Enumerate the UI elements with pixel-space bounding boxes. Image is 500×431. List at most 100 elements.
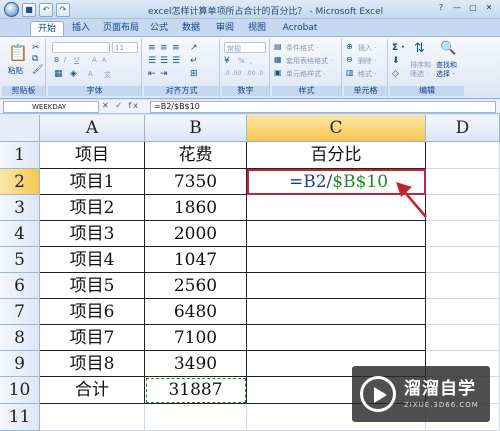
undo-button[interactable]: ↶ bbox=[39, 2, 53, 17]
cell-b7[interactable]: 6480 bbox=[145, 299, 247, 325]
align-center-icon[interactable]: ☰ bbox=[160, 56, 168, 66]
autosum-button[interactable]: Σ · bbox=[392, 43, 405, 53]
cell-b10[interactable]: 31887 bbox=[145, 377, 247, 404]
align-right-icon[interactable]: ☰ bbox=[172, 56, 180, 66]
row-header-1[interactable]: 1 bbox=[0, 142, 40, 169]
cell-b4[interactable]: 2000 bbox=[145, 221, 247, 247]
cell-c5[interactable] bbox=[247, 247, 426, 273]
bold-button[interactable]: B bbox=[54, 56, 59, 64]
column-header-b[interactable]: B bbox=[145, 115, 247, 142]
find-select-icon[interactable]: 🔍 bbox=[440, 41, 456, 56]
office-button[interactable] bbox=[4, 2, 19, 17]
underline-button[interactable]: U bbox=[74, 56, 79, 64]
select-all-corner[interactable] bbox=[0, 115, 40, 142]
cell-d4[interactable] bbox=[426, 221, 500, 247]
minimize-button[interactable]: — bbox=[450, 2, 464, 15]
row-header-2[interactable]: 2 bbox=[0, 169, 40, 195]
tab-page-layout[interactable]: 页面布局 bbox=[100, 21, 142, 36]
increase-indent-icon[interactable]: ⇥ bbox=[160, 69, 168, 79]
tab-formulas[interactable]: 公式 bbox=[146, 21, 172, 36]
cell-d8[interactable] bbox=[426, 325, 500, 351]
cell-a5[interactable]: 项目4 bbox=[40, 247, 145, 273]
cell-b1[interactable]: 花费 bbox=[145, 142, 247, 169]
cell-a3[interactable]: 项目2 bbox=[40, 195, 145, 221]
paste-button[interactable]: 粘贴 bbox=[8, 65, 23, 76]
name-box[interactable]: WEEKDAY bbox=[3, 101, 99, 113]
paste-icon[interactable]: 📋 bbox=[8, 43, 28, 62]
font-color-button[interactable]: A bbox=[88, 70, 93, 78]
number-format-select[interactable]: 常规 bbox=[224, 42, 266, 53]
cell-b9[interactable]: 3490 bbox=[145, 351, 247, 377]
merge-center-icon[interactable]: ⊞ bbox=[190, 69, 198, 79]
cell-d1[interactable] bbox=[426, 142, 500, 169]
cell-a11[interactable] bbox=[40, 404, 145, 431]
delete-button[interactable]: 删除 · bbox=[358, 56, 376, 66]
cell-c7[interactable] bbox=[247, 299, 426, 325]
font-size-select[interactable]: 11 bbox=[112, 42, 138, 53]
help-button[interactable]: ? bbox=[434, 2, 448, 15]
decrease-decimal-button[interactable]: .00 .0 bbox=[246, 70, 263, 77]
currency-icon[interactable]: ¥ bbox=[224, 56, 230, 66]
cell-a1[interactable]: 项目 bbox=[40, 142, 145, 169]
cut-icon[interactable]: ✂ bbox=[32, 43, 40, 53]
cell-a8[interactable]: 项目7 bbox=[40, 325, 145, 351]
cell-c4[interactable] bbox=[247, 221, 426, 247]
row-header-7[interactable]: 7 bbox=[0, 299, 40, 325]
cell-c1[interactable]: 百分比 bbox=[247, 142, 426, 169]
tab-data[interactable]: 数据 bbox=[178, 21, 204, 36]
formula-input[interactable]: =B2/$B$10 bbox=[150, 101, 496, 113]
sort-filter-button[interactable]: 排序和 筛选 · bbox=[410, 61, 431, 79]
find-select-button[interactable]: 查找和 选择 · bbox=[436, 61, 457, 79]
row-header-5[interactable]: 5 bbox=[0, 247, 40, 273]
tab-acrobat[interactable]: Acrobat bbox=[280, 21, 320, 36]
increase-decimal-button[interactable]: .0 .00 bbox=[224, 70, 241, 77]
wrap-text-icon[interactable]: ↵ bbox=[190, 56, 198, 66]
cell-a4[interactable]: 项目3 bbox=[40, 221, 145, 247]
phonetic-button[interactable]: 文 bbox=[104, 70, 111, 80]
format-as-table-button[interactable]: 套用表格格式 · bbox=[286, 56, 332, 66]
column-header-d[interactable]: D bbox=[426, 115, 500, 142]
cell-b2[interactable]: 7350 bbox=[145, 169, 247, 195]
column-header-a[interactable]: A bbox=[40, 115, 145, 142]
cell-d7[interactable] bbox=[426, 299, 500, 325]
tab-home[interactable]: 开始 bbox=[30, 21, 64, 36]
insert-button[interactable]: 插入 · bbox=[358, 43, 376, 53]
align-bottom-icon[interactable]: ≡ bbox=[172, 43, 180, 53]
sort-filter-icon[interactable]: ⇅ bbox=[414, 41, 425, 56]
row-header-11[interactable]: 11 bbox=[0, 404, 40, 431]
row-header-4[interactable]: 4 bbox=[0, 221, 40, 247]
tab-review[interactable]: 审阅 bbox=[212, 21, 238, 36]
percent-button[interactable]: % bbox=[238, 57, 245, 65]
cell-d5[interactable] bbox=[426, 247, 500, 273]
row-header-9[interactable]: 9 bbox=[0, 351, 40, 377]
align-left-icon[interactable]: ☰ bbox=[148, 56, 156, 66]
format-button[interactable]: 格式 · bbox=[358, 69, 376, 79]
fill-color-icon[interactable]: ◈ bbox=[70, 69, 77, 79]
tab-insert[interactable]: 插入 bbox=[66, 21, 96, 36]
cell-a6[interactable]: 项目5 bbox=[40, 273, 145, 299]
clear-icon[interactable]: ◇ bbox=[392, 69, 399, 79]
row-header-3[interactable]: 3 bbox=[0, 195, 40, 221]
shrink-font-button[interactable]: A bbox=[102, 57, 106, 64]
formula-buttons[interactable]: ✕ ✓ fx bbox=[102, 101, 140, 110]
redo-button[interactable]: ↷ bbox=[56, 2, 70, 17]
cell-a2[interactable]: 项目1 bbox=[40, 169, 145, 195]
cell-b11[interactable] bbox=[145, 404, 247, 431]
italic-button[interactable]: I bbox=[64, 56, 66, 64]
cell-a7[interactable]: 项目6 bbox=[40, 299, 145, 325]
save-icon[interactable]: ■ bbox=[22, 2, 36, 17]
row-header-10[interactable]: 10 bbox=[0, 377, 40, 404]
cell-a9[interactable]: 项目8 bbox=[40, 351, 145, 377]
align-middle-icon[interactable]: ≡ bbox=[160, 43, 168, 53]
fill-icon[interactable]: ⬇ bbox=[392, 56, 400, 66]
maximize-button[interactable]: ▢ bbox=[466, 2, 480, 15]
border-icon[interactable]: ▦ bbox=[54, 69, 63, 79]
column-header-c[interactable]: C bbox=[247, 115, 426, 142]
font-name-select[interactable] bbox=[52, 42, 110, 53]
grow-font-button[interactable]: A bbox=[92, 56, 97, 64]
align-top-icon[interactable]: ≡ bbox=[148, 43, 156, 53]
cell-a10[interactable]: 合计 bbox=[40, 377, 145, 404]
orientation-icon[interactable]: ↗ bbox=[190, 43, 198, 53]
cell-b3[interactable]: 1860 bbox=[145, 195, 247, 221]
close-button[interactable]: ✕ bbox=[482, 2, 496, 15]
